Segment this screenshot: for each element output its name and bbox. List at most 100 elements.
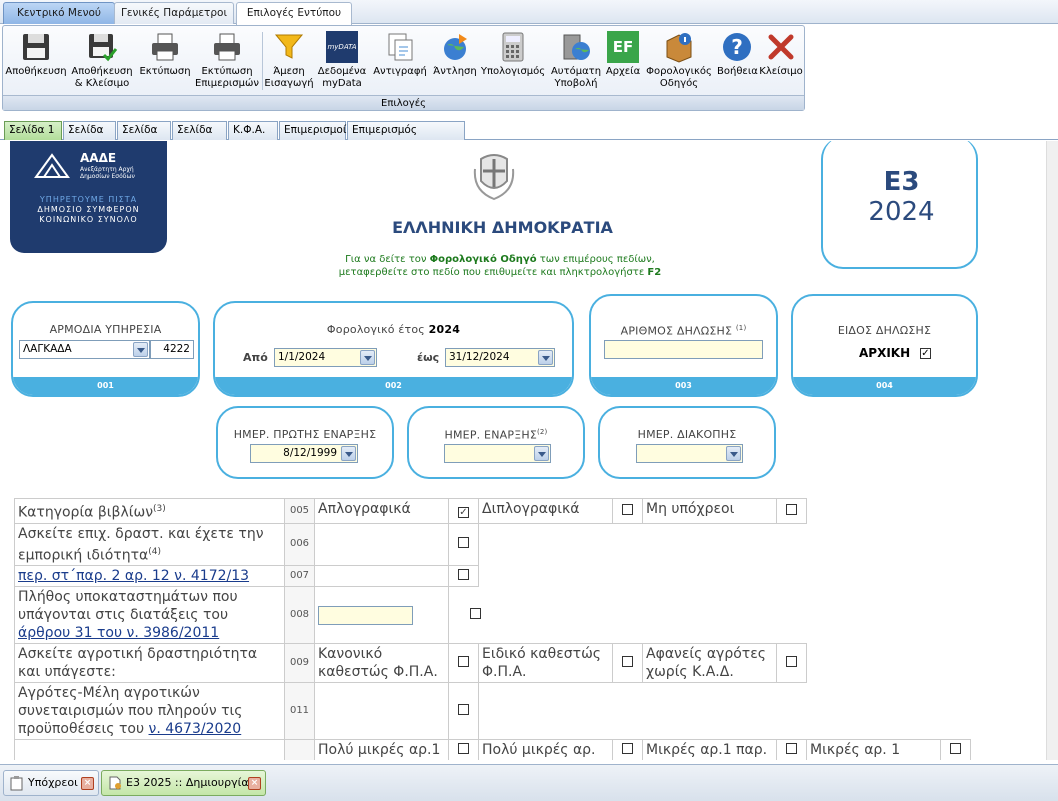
chevron-down-icon[interactable] — [133, 342, 148, 357]
option-label: Πολύ μικρές αρ.1 — [314, 739, 449, 760]
service-code-field[interactable]: 4222 — [150, 340, 194, 359]
branches-count-field[interactable] — [318, 605, 413, 625]
tab-kfa[interactable]: Κ.Φ.Α. — [228, 121, 278, 140]
page-tab-bar: Σελίδα 1 Σελίδα 2 Σελίδα 3 Σελίδα 4 Κ.Φ.… — [0, 118, 1058, 153]
box-number: 001 — [13, 377, 198, 395]
row-code — [284, 739, 315, 760]
declaration-type-checkbox[interactable]: ✓ — [920, 348, 931, 359]
cooperative-checkbox[interactable] — [458, 704, 469, 716]
checkbox-cell — [776, 643, 807, 684]
form-code-box: Ε3 2024 — [821, 141, 978, 269]
tax-guide-button[interactable]: Φορολογικός Οδηγός — [643, 29, 715, 95]
row-code: 008 — [284, 586, 315, 645]
calculate-button[interactable]: Υπολογισμός — [480, 29, 546, 95]
checkbox-cell — [940, 739, 971, 760]
very-small-2-checkbox[interactable] — [622, 743, 633, 755]
close-icon[interactable]: × — [248, 777, 261, 790]
very-small-1-checkbox[interactable] — [458, 743, 469, 755]
tab-page-1[interactable]: Σελίδα 1 — [4, 121, 62, 140]
law-4172-link[interactable]: περ. στ΄παρ. 2 αρ. 12 ν. 4172/13 — [18, 568, 249, 584]
checkbox-cell — [612, 739, 643, 760]
special-vat-checkbox[interactable] — [622, 656, 633, 668]
option-label: Μικρές αρ.1 παρ. — [642, 739, 777, 760]
branches-checkbox[interactable] — [470, 608, 482, 620]
ef-files-icon: EF — [607, 31, 639, 63]
box-003-declaration-number: ΑΡΙΘΜΟΣ ΔΗΛΩΣΗΣ (1) 003 — [589, 294, 778, 397]
checkbox-cell — [448, 522, 479, 567]
tab-main-menu[interactable]: Κεντρικό Μενού — [3, 2, 115, 24]
direct-import-button[interactable]: Άμεση Εισαγωγή — [264, 29, 314, 95]
start-date-field[interactable] — [444, 444, 551, 463]
law-4673-link[interactable]: ν. 4673/2020 — [149, 721, 242, 737]
chevron-down-icon[interactable] — [726, 446, 741, 461]
calculator-icon — [502, 32, 524, 62]
tab-general-parameters[interactable]: Γενικές Παράμετροι — [114, 2, 234, 24]
single-entry-checkbox[interactable]: ✓ — [458, 506, 469, 518]
aade-motto-2: ΔΗΜΟΣΙΟ ΣΥΜΦΕΡΟΝ — [37, 205, 140, 214]
tab-page-4[interactable]: Σελίδα 4 — [172, 121, 227, 153]
aade-title: ΑΑΔΕ — [80, 151, 117, 165]
save-button[interactable]: Αποθήκευση — [5, 29, 67, 95]
stop-date-field[interactable] — [636, 444, 743, 463]
vertical-scrollbar[interactable] — [1046, 141, 1058, 760]
tab-expense-allocation[interactable]: Επιμερισμός Δαπανών — [347, 121, 465, 153]
double-entry-checkbox[interactable] — [622, 503, 633, 515]
files-button[interactable]: EF Αρχεία — [605, 29, 641, 95]
copy-button[interactable]: Αντιγραφή — [370, 29, 430, 95]
top-tab-bar: Κεντρικό Μενού Γενικές Παράμετροι Επιλογ… — [0, 0, 1058, 25]
option-label: Απλογραφικά — [314, 498, 449, 524]
tab-page-2[interactable]: Σελίδα 2 — [63, 121, 116, 153]
mydata-button[interactable]: myDATA Δεδομένα myData — [316, 29, 368, 95]
box-number: 003 — [591, 377, 776, 395]
service-select[interactable]: ΛΑΓΚΑΔΑ — [19, 340, 150, 359]
cooperative-members-label: Αγρότες-Μέλη αγροτικών συνεταιρισμών που… — [14, 682, 285, 741]
row-code: 009 — [284, 643, 315, 684]
print-allocations-button[interactable]: Εκτύπωση Επιμερισμών — [195, 29, 259, 95]
declaration-number-field[interactable] — [604, 340, 763, 359]
mydata-icon: myDATA — [326, 31, 358, 63]
save-close-button[interactable]: Αποθήκευση & Κλείσιμο — [69, 29, 135, 95]
small-1-checkbox[interactable] — [786, 743, 797, 755]
not-obliged-checkbox[interactable] — [786, 503, 797, 515]
close-x-icon — [768, 34, 794, 60]
chevron-down-icon[interactable] — [534, 446, 549, 461]
law-3986-link[interactable]: άρθρου 31 του ν. 3986/2011 — [18, 625, 219, 641]
fetch-button[interactable]: Άντληση — [432, 29, 478, 95]
chevron-down-icon[interactable] — [360, 350, 375, 365]
ribbon-separator — [262, 32, 263, 90]
commercial-capacity-checkbox[interactable] — [458, 537, 469, 549]
republic-title: ΕΛΛΗΝΙΚΗ ΔΗΜΟΚΡΑΤΙΑ — [392, 218, 613, 237]
close-icon[interactable]: × — [81, 777, 94, 790]
declaration-number-label: ΑΡΙΘΜΟΣ ΔΗΛΩΣΗΣ (1) — [620, 324, 747, 338]
empty-cell — [314, 565, 449, 588]
hidden-farmers-checkbox[interactable] — [786, 656, 797, 668]
svg-text:?: ? — [731, 35, 743, 59]
tab-allocations[interactable]: Επιμερισμοί — [279, 121, 346, 140]
help-button[interactable]: ? Βοήθεια — [717, 29, 758, 95]
books-category-label: Κατηγορία βιβλίων(3) — [14, 498, 285, 524]
small-2-checkbox[interactable] — [950, 743, 961, 755]
from-date-field[interactable]: 1/1/2024 — [274, 348, 377, 367]
first-start-date-field[interactable]: 8/12/1999 — [250, 444, 358, 463]
tab-page-3[interactable]: Σελίδα 3 — [117, 121, 171, 153]
document-icon — [109, 776, 121, 790]
normal-vat-checkbox[interactable] — [458, 656, 469, 668]
tax-year-label: Φορολογικό έτος 2024 — [326, 323, 461, 336]
to-date-field[interactable]: 31/12/2024 — [445, 348, 555, 367]
chevron-down-icon[interactable] — [341, 446, 356, 461]
print-button[interactable]: Εκτύπωση — [137, 29, 193, 95]
law-4172-checkbox[interactable] — [458, 569, 469, 581]
table-row: Πολύ μικρές αρ.1 Πολύ μικρές αρ. Μικρές … — [14, 739, 971, 760]
printer-icon — [214, 33, 240, 61]
option-label: Κανονικό καθεστώς Φ.Π.Α. — [314, 643, 449, 684]
auto-submit-button[interactable]: Αυτόματη Υποβολή — [548, 29, 604, 95]
task-tab-e3-create[interactable]: Ε3 2025 :: Δημιουργία × — [101, 770, 266, 796]
ribbon-toolbar: Αποθήκευση Αποθήκευση & Κλείσιμο Εκτύπωσ… — [2, 25, 805, 111]
option-label: Αφανείς αγρότες χωρίς Κ.Α.Δ. — [642, 643, 777, 684]
tab-form-options[interactable]: Επιλογές Εντύπου — [236, 2, 352, 25]
chevron-down-icon[interactable] — [538, 350, 553, 365]
book-info-icon — [666, 33, 692, 63]
close-button[interactable]: Κλείσιμο — [759, 29, 803, 95]
checkbox-cell — [448, 739, 479, 760]
task-tab-obligors[interactable]: Υπόχρεοι × — [3, 770, 99, 796]
